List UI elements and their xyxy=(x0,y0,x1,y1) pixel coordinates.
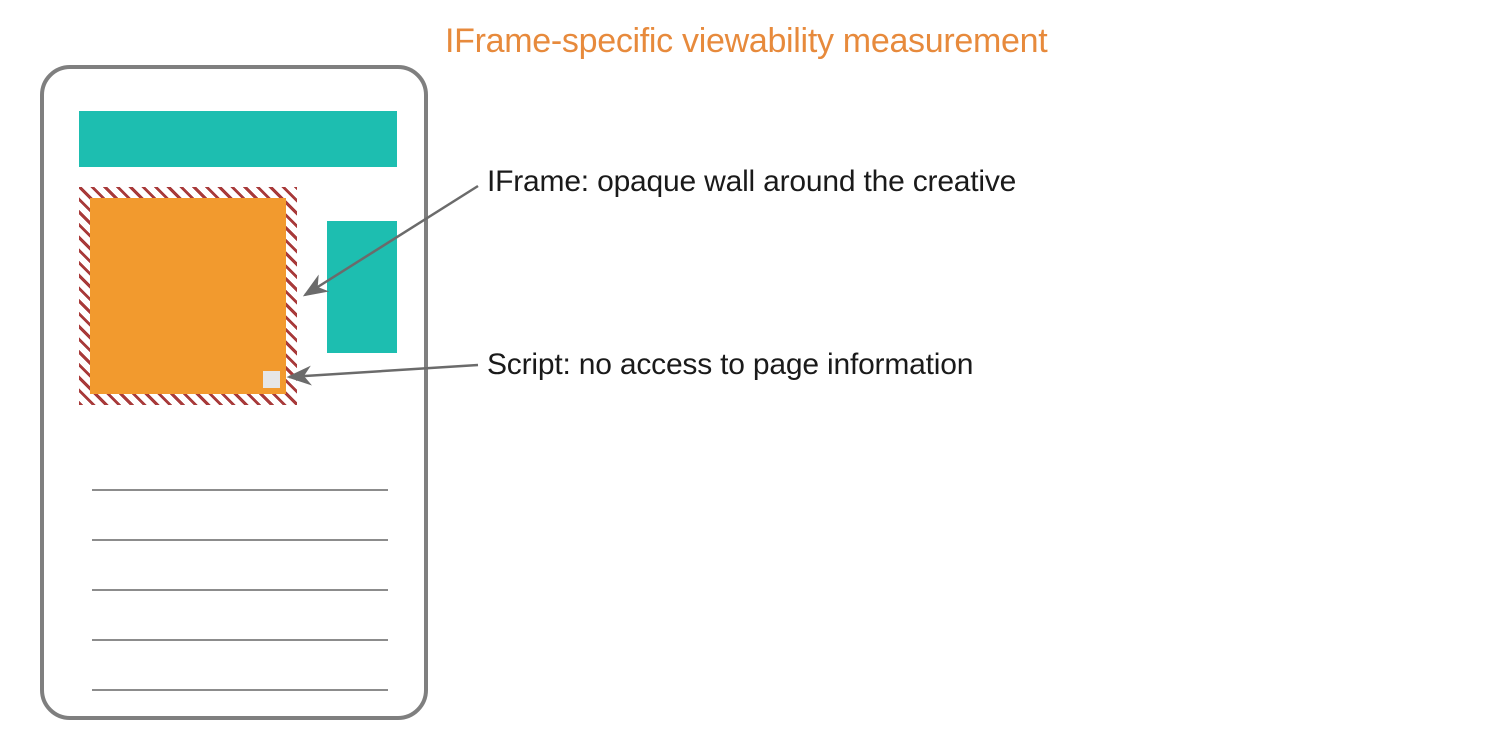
content-line xyxy=(92,489,388,491)
content-line xyxy=(92,639,388,641)
script-pixel xyxy=(263,371,280,388)
orange-creative xyxy=(90,198,286,394)
content-line xyxy=(92,689,388,691)
content-line xyxy=(92,539,388,541)
annotation-iframe: IFrame: opaque wall around the creative xyxy=(487,165,1016,199)
iframe-box xyxy=(79,187,297,405)
annotation-script: Script: no access to page information xyxy=(487,348,973,382)
side-bar xyxy=(327,221,397,353)
phone-mockup xyxy=(40,65,428,720)
header-bar xyxy=(79,111,397,167)
content-line xyxy=(92,589,388,591)
diagram-title: IFrame-specific viewability measurement xyxy=(445,22,1047,61)
